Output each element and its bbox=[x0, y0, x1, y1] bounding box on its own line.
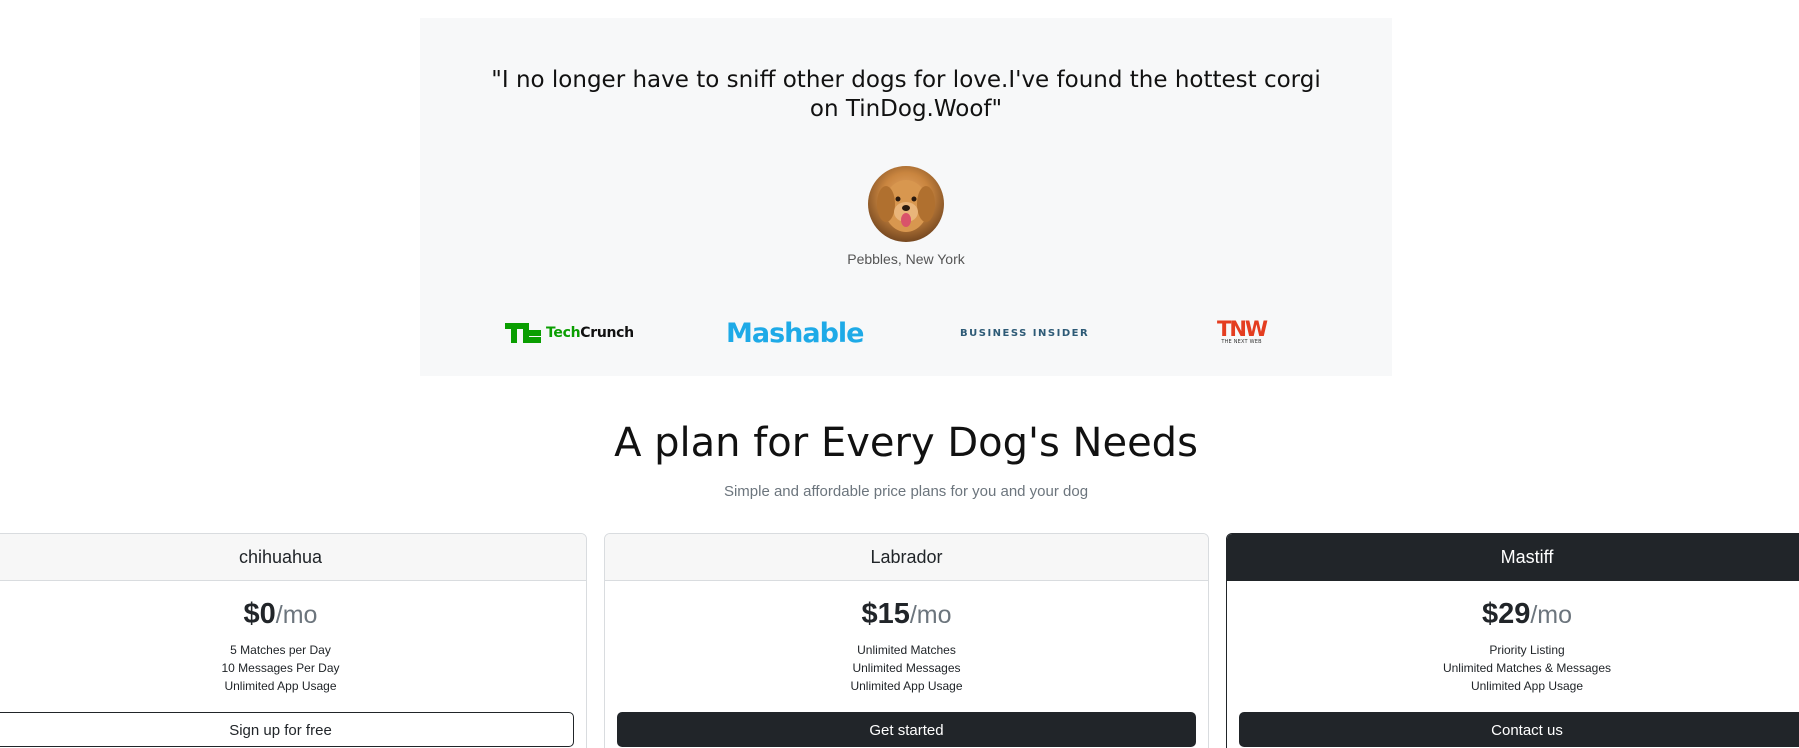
plan-feature: 5 Matches per Day bbox=[230, 643, 331, 657]
dog-avatar bbox=[868, 166, 944, 242]
sign-up-free-button[interactable]: Sign up for free bbox=[0, 712, 574, 747]
plan-name: chihuahua bbox=[0, 534, 586, 581]
plan-period: /mo bbox=[1530, 601, 1573, 629]
techcrunch-mark-icon bbox=[505, 323, 541, 343]
get-started-button[interactable]: Get started bbox=[617, 712, 1196, 747]
techcrunch-logo: TechCrunch bbox=[505, 313, 634, 353]
dog-avatar-icon bbox=[877, 180, 935, 232]
plan-price: $29/mo bbox=[1227, 596, 1799, 632]
press-logos: TechCrunch Mashable BUSINESS INSIDER TNW… bbox=[420, 313, 1392, 353]
plan-card-chihuahua: chihuahua $0/mo 5 Matches per Day 10 Mes… bbox=[0, 533, 587, 748]
plan-feature: Unlimited App Usage bbox=[850, 679, 963, 693]
mashable-logo: Mashable bbox=[726, 313, 864, 353]
plan-feature: Unlimited App Usage bbox=[1470, 679, 1584, 693]
plan-features: Unlimited Matches Unlimited Messages Unl… bbox=[605, 641, 1208, 695]
business-insider-logo: BUSINESS INSIDER bbox=[960, 313, 1089, 353]
plan-amount: $15 bbox=[861, 598, 910, 630]
plan-features: Priority Listing Unlimited Matches & Mes… bbox=[1227, 641, 1799, 695]
plan-feature: Unlimited Matches & Messages bbox=[1442, 661, 1612, 675]
contact-us-button[interactable]: Contact us bbox=[1239, 712, 1799, 747]
page: "I no longer have to sniff other dogs fo… bbox=[0, 0, 1799, 748]
plan-feature: 10 Messages Per Day bbox=[221, 661, 340, 675]
plan-price: $0/mo bbox=[0, 596, 586, 632]
testimonial-quote: "I no longer have to sniff other dogs fo… bbox=[491, 67, 1321, 122]
plan-feature: Unlimited Messages bbox=[852, 661, 961, 675]
tnw-subtext: THE NEXT WEB bbox=[1221, 339, 1262, 345]
tnw-text: TNW bbox=[1217, 317, 1268, 341]
testimonial-section: "I no longer have to sniff other dogs fo… bbox=[420, 18, 1392, 376]
plan-card-mastiff: Mastiff $29/mo Priority Listing Unlimite… bbox=[1226, 533, 1799, 748]
plan-price: $15/mo bbox=[605, 596, 1208, 632]
plan-period: /mo bbox=[275, 601, 318, 629]
plan-feature: Unlimited App Usage bbox=[224, 679, 337, 693]
techcrunch-tech: Tech bbox=[546, 325, 581, 341]
plan-card-labrador: Labrador $15/mo Unlimited Matches Unlimi… bbox=[604, 533, 1209, 748]
plan-name: Labrador bbox=[605, 534, 1208, 581]
pricing-title: A plan for Every Dog's Needs bbox=[614, 420, 1198, 466]
plan-period: /mo bbox=[909, 601, 952, 629]
plan-amount: $0 bbox=[243, 598, 276, 630]
plan-features: 5 Matches per Day 10 Messages Per Day Un… bbox=[0, 641, 586, 695]
plan-feature: Priority Listing bbox=[1489, 643, 1565, 657]
business-insider-text: BUSINESS INSIDER bbox=[960, 327, 1090, 339]
tnw-logo: TNW THE NEXT WEB bbox=[1217, 313, 1268, 353]
pricing-subtitle: Simple and affordable price plans for yo… bbox=[723, 483, 1089, 500]
techcrunch-crunch: Crunch bbox=[580, 325, 634, 341]
plan-feature: Unlimited Matches bbox=[857, 643, 956, 657]
plan-amount: $29 bbox=[1481, 598, 1531, 630]
testimonial-author: Pebbles, New York bbox=[847, 251, 965, 267]
plan-name: Mastiff bbox=[1227, 534, 1799, 581]
mashable-text: Mashable bbox=[726, 317, 864, 349]
